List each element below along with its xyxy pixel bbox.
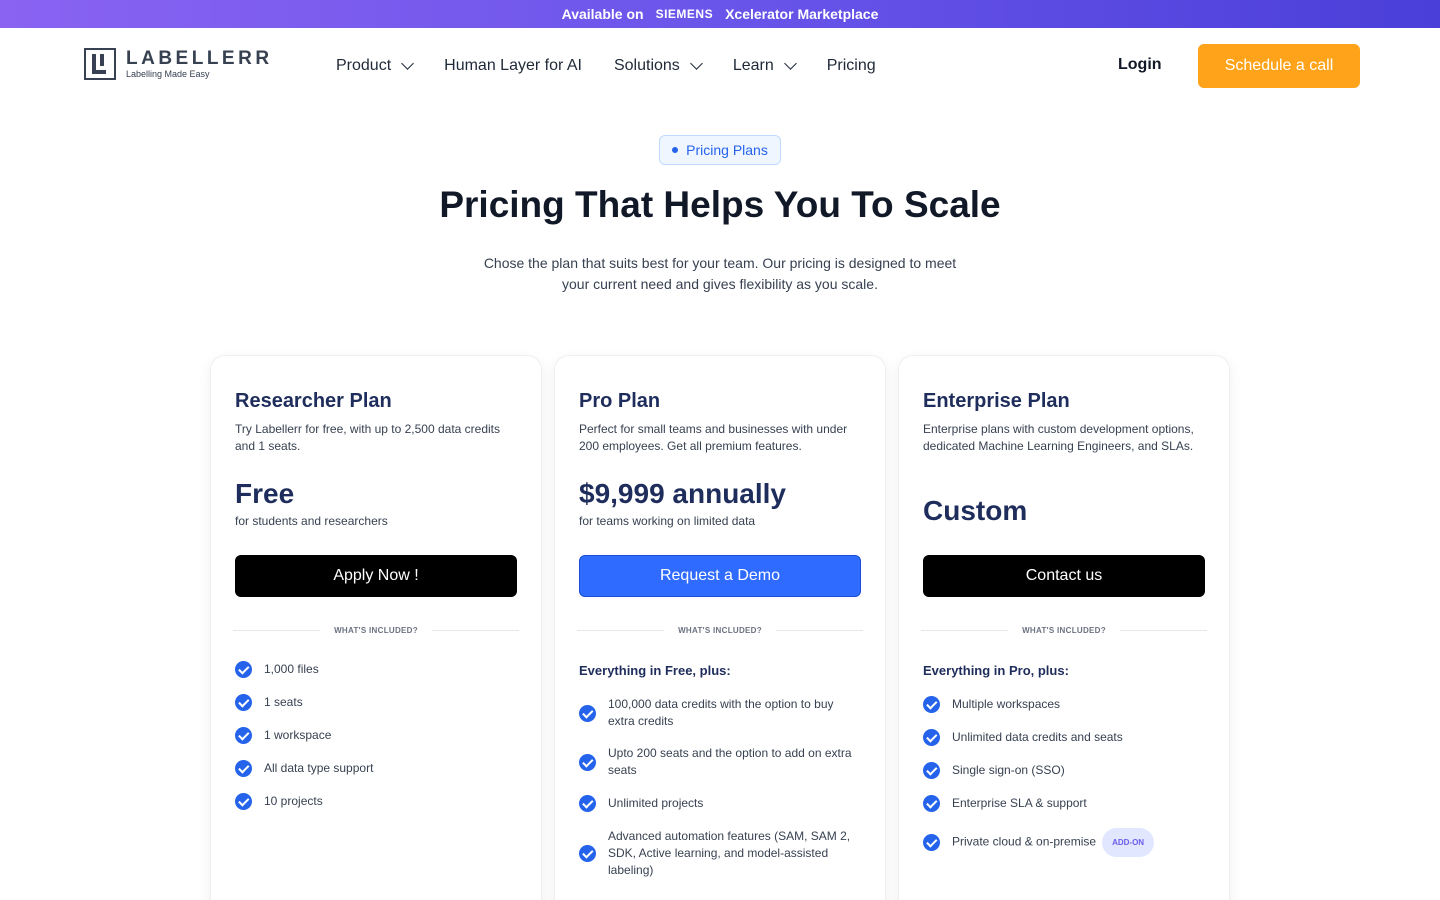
- dot-icon: [672, 147, 679, 153]
- apply-now-button[interactable]: Apply Now !: [235, 555, 517, 597]
- pricing-plans-badge: Pricing Plans: [659, 135, 781, 165]
- check-icon: [235, 760, 252, 777]
- feature-text: 1 workspace: [264, 728, 332, 742]
- feature-text: All data type support: [264, 761, 374, 775]
- check-icon: [235, 793, 252, 810]
- plan-card-pro: Pro Plan Perfect for small teams and bus…: [555, 356, 885, 900]
- login-link[interactable]: Login: [1118, 56, 1162, 74]
- feature-text: Unlimited data credits and seats: [952, 730, 1123, 744]
- check-icon: [579, 753, 596, 771]
- labellerr-logo[interactable]: LABELLERR Labelling Made Easy: [84, 48, 273, 80]
- page-title: Pricing That Helps You To Scale: [439, 184, 1001, 225]
- plan-card-enterprise: Enterprise Plan Enterprise plans with cu…: [899, 356, 1229, 900]
- nav-item-product[interactable]: Product: [336, 57, 415, 75]
- page-subtitle: Chose the plan that suits best for your …: [483, 255, 957, 292]
- plan-description: Perfect for small teams and businesses w…: [579, 422, 848, 453]
- plan-name: Pro Plan: [579, 390, 661, 412]
- feature-item: Upto 200 seats and the option to add on …: [579, 745, 861, 779]
- plan-name: Enterprise Plan: [923, 390, 1070, 412]
- feature-text: Unlimited projects: [608, 796, 704, 810]
- feature-item: Unlimited data credits and seats: [923, 729, 1205, 746]
- marketplace-banner[interactable]: Available on SIEMENS Xcelerator Marketpl…: [0, 0, 1440, 28]
- nav-item-human-layer[interactable]: Human Layer for AI: [444, 57, 582, 75]
- top-navigation: LABELLERR Labelling Made Easy Product Hu…: [0, 28, 1440, 104]
- check-icon: [579, 704, 596, 722]
- check-icon: [235, 661, 252, 678]
- nav-item-label: Human Layer for AI: [444, 57, 582, 74]
- feature-text: 10 projects: [264, 794, 323, 808]
- plan-price: Free: [235, 478, 295, 509]
- nav-item-label: Product: [336, 57, 392, 74]
- nav-item-solutions[interactable]: Solutions: [613, 57, 703, 75]
- feature-item: Enterprise SLA & support: [923, 795, 1205, 812]
- chevron-down-icon: [689, 57, 703, 70]
- feature-text: 100,000 data credits with the option to …: [608, 697, 834, 728]
- feature-text: 1 seats: [264, 695, 303, 709]
- feature-text: Private cloud & on-premise ADD-ON: [952, 828, 1155, 857]
- everything-in-label: Everything in Pro, plus:: [923, 663, 1069, 678]
- whats-included-divider: WHAT'S INCLUDED?: [577, 624, 864, 636]
- plan-price-note: for students and researchers: [235, 514, 388, 528]
- plan-price-note: for teams working on limited data: [579, 514, 756, 528]
- whats-included-label: WHAT'S INCLUDED?: [1022, 625, 1106, 635]
- feature-item: 1 workspace: [235, 727, 517, 744]
- feature-text: Upto 200 seats and the option to add on …: [608, 746, 852, 777]
- plan-name: Researcher Plan: [235, 390, 392, 412]
- feature-text: 1,000 files: [264, 662, 319, 676]
- feature-item: Multiple workspaces: [923, 696, 1205, 713]
- nav-item-pricing[interactable]: Pricing: [827, 57, 876, 75]
- logo-name: LABELLERR: [126, 48, 273, 69]
- nav-item-label: Pricing: [826, 57, 876, 74]
- feature-item: Single sign-on (SSO): [923, 762, 1205, 779]
- plan-card-researcher: Researcher Plan Try Labellerr for free, …: [211, 356, 541, 900]
- feature-item: 10 projects: [235, 793, 517, 810]
- add-on-badge: ADD-ON: [1102, 828, 1155, 857]
- whats-included-divider: WHAT'S INCLUDED?: [233, 624, 520, 636]
- badge-label: Pricing Plans: [686, 142, 768, 158]
- check-icon: [579, 845, 596, 862]
- feature-text: Single sign-on (SSO): [952, 763, 1065, 777]
- whats-included-label: WHAT'S INCLUDED?: [334, 625, 418, 635]
- feature-item: All data type support: [235, 760, 517, 777]
- check-icon: [923, 729, 940, 746]
- check-icon: [235, 727, 252, 744]
- nav-item-label: Learn: [732, 57, 774, 74]
- everything-in-label: Everything in Free, plus:: [579, 663, 731, 678]
- feature-item: Unlimited projects: [579, 795, 861, 812]
- plan-description: Enterprise plans with custom development…: [923, 422, 1194, 453]
- feature-text: Advanced automation features (SAM, SAM 2…: [608, 829, 851, 877]
- feature-item: 1,000 files: [235, 661, 517, 678]
- logo-icon: [84, 48, 116, 80]
- feature-text: Enterprise SLA & support: [952, 796, 1087, 810]
- main-menu: Product Human Layer for AI Solutions Lea…: [336, 28, 876, 104]
- check-icon: [579, 795, 596, 812]
- nav-item-learn[interactable]: Learn: [732, 57, 797, 75]
- chevron-down-icon: [783, 57, 797, 70]
- banner-prefix: Available on: [561, 6, 644, 22]
- request-demo-button[interactable]: Request a Demo: [579, 555, 861, 597]
- banner-suffix: Xcelerator Marketplace: [725, 6, 879, 22]
- contact-us-button[interactable]: Contact us: [923, 555, 1205, 597]
- check-icon: [923, 834, 940, 851]
- whats-included-divider: WHAT'S INCLUDED?: [921, 624, 1208, 636]
- plan-price: Custom: [923, 495, 1028, 526]
- logo-tagline: Labelling Made Easy: [126, 69, 210, 79]
- feature-item: Private cloud & on-premise ADD-ON: [923, 828, 1205, 857]
- feature-item: 100,000 data credits with the option to …: [579, 696, 861, 730]
- check-icon: [923, 696, 940, 713]
- siemens-logo: SIEMENS: [655, 7, 714, 21]
- feature-item: Advanced automation features (SAM, SAM 2…: [579, 828, 861, 879]
- schedule-call-button[interactable]: Schedule a call: [1198, 44, 1360, 88]
- check-icon: [923, 795, 940, 812]
- feature-text: Multiple workspaces: [952, 697, 1061, 711]
- feature-item: 1 seats: [235, 694, 517, 711]
- plan-price: $9,999 annually: [579, 478, 787, 509]
- check-icon: [923, 762, 940, 779]
- plan-description: Try Labellerr for free, with up to 2,500…: [235, 422, 501, 453]
- whats-included-label: WHAT'S INCLUDED?: [678, 625, 762, 635]
- check-icon: [235, 694, 252, 711]
- nav-item-label: Solutions: [613, 57, 680, 74]
- chevron-down-icon: [401, 57, 415, 70]
- feature-text-label: Private cloud & on-premise: [952, 834, 1097, 849]
